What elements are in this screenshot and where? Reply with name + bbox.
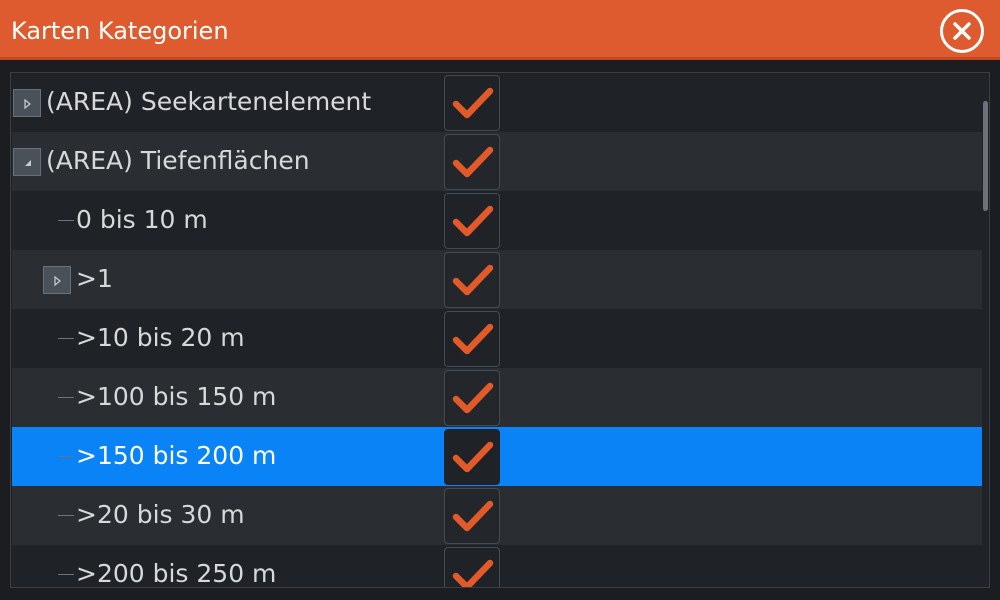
- tree-row[interactable]: (AREA) Tiefenflächen: [12, 132, 982, 191]
- tree-branch-line: [58, 397, 74, 398]
- tree-row[interactable]: 0 bis 10 m: [12, 191, 982, 250]
- tree-row-label: >200 bis 250 m: [76, 559, 277, 588]
- tree-row-label: (AREA) Tiefenflächen: [46, 146, 310, 175]
- category-checkbox[interactable]: [444, 134, 500, 190]
- checkmark-icon: [452, 205, 494, 237]
- checkmark-icon: [452, 87, 494, 119]
- tree-branch-line: [58, 574, 74, 575]
- category-checkbox[interactable]: [444, 488, 500, 544]
- tree-row-label: >100 bis 150 m: [76, 382, 277, 411]
- checkmark-icon: [452, 146, 494, 178]
- tree-row[interactable]: >200 bis 250 m: [12, 545, 982, 588]
- checkmark-icon: [452, 559, 494, 587]
- category-tree: (AREA) Seekartenelement (AREA) Tiefenflä…: [10, 72, 990, 588]
- triangle-expanded-icon: [25, 160, 31, 166]
- scrollbar-thumb[interactable]: [983, 101, 988, 211]
- checkmark-icon: [452, 500, 494, 532]
- tree-row-label: >1: [76, 264, 113, 293]
- dialog-title: Karten Kategorien: [11, 17, 229, 45]
- checkmark-icon: [452, 441, 494, 473]
- tree-branch-line: [58, 456, 74, 457]
- close-icon: [953, 22, 971, 40]
- category-checkbox[interactable]: [444, 193, 500, 249]
- tree-row-label: 0 bis 10 m: [76, 205, 208, 234]
- expand-toggle[interactable]: [43, 266, 71, 294]
- tree-branch-line: [58, 338, 74, 339]
- tree-row-label: >10 bis 20 m: [76, 323, 245, 352]
- tree-row[interactable]: (AREA) Seekartenelement: [12, 73, 982, 132]
- category-checkbox[interactable]: [444, 370, 500, 426]
- category-checkbox[interactable]: [444, 252, 500, 308]
- category-checkbox[interactable]: [444, 311, 500, 367]
- checkmark-icon: [452, 323, 494, 355]
- tree-row[interactable]: >10 bis 20 m: [12, 309, 982, 368]
- category-checkbox[interactable]: [444, 429, 500, 485]
- tree-row-selected[interactable]: >150 bis 200 m: [12, 427, 982, 486]
- tree-branch-line: [58, 515, 74, 516]
- tree-row-label: >150 bis 200 m: [76, 441, 277, 470]
- checkmark-icon: [452, 264, 494, 296]
- expand-toggle[interactable]: [13, 148, 41, 176]
- triangle-right-icon: [24, 98, 31, 110]
- triangle-right-icon: [54, 275, 61, 287]
- category-checkbox[interactable]: [444, 75, 500, 131]
- tree-branch-line: [58, 220, 74, 221]
- tree-row-label: (AREA) Seekartenelement: [46, 87, 372, 116]
- tree-row-label: >20 bis 30 m: [76, 500, 245, 529]
- checkmark-icon: [452, 382, 494, 414]
- close-button[interactable]: [940, 9, 984, 53]
- category-checkbox[interactable]: [444, 547, 500, 587]
- tree-row[interactable]: >20 bis 30 m: [12, 486, 982, 545]
- expand-toggle[interactable]: [13, 89, 41, 117]
- title-bar: Karten Kategorien: [0, 0, 1000, 60]
- tree-row[interactable]: >100 bis 150 m: [12, 368, 982, 427]
- tree-row[interactable]: >1: [12, 250, 982, 309]
